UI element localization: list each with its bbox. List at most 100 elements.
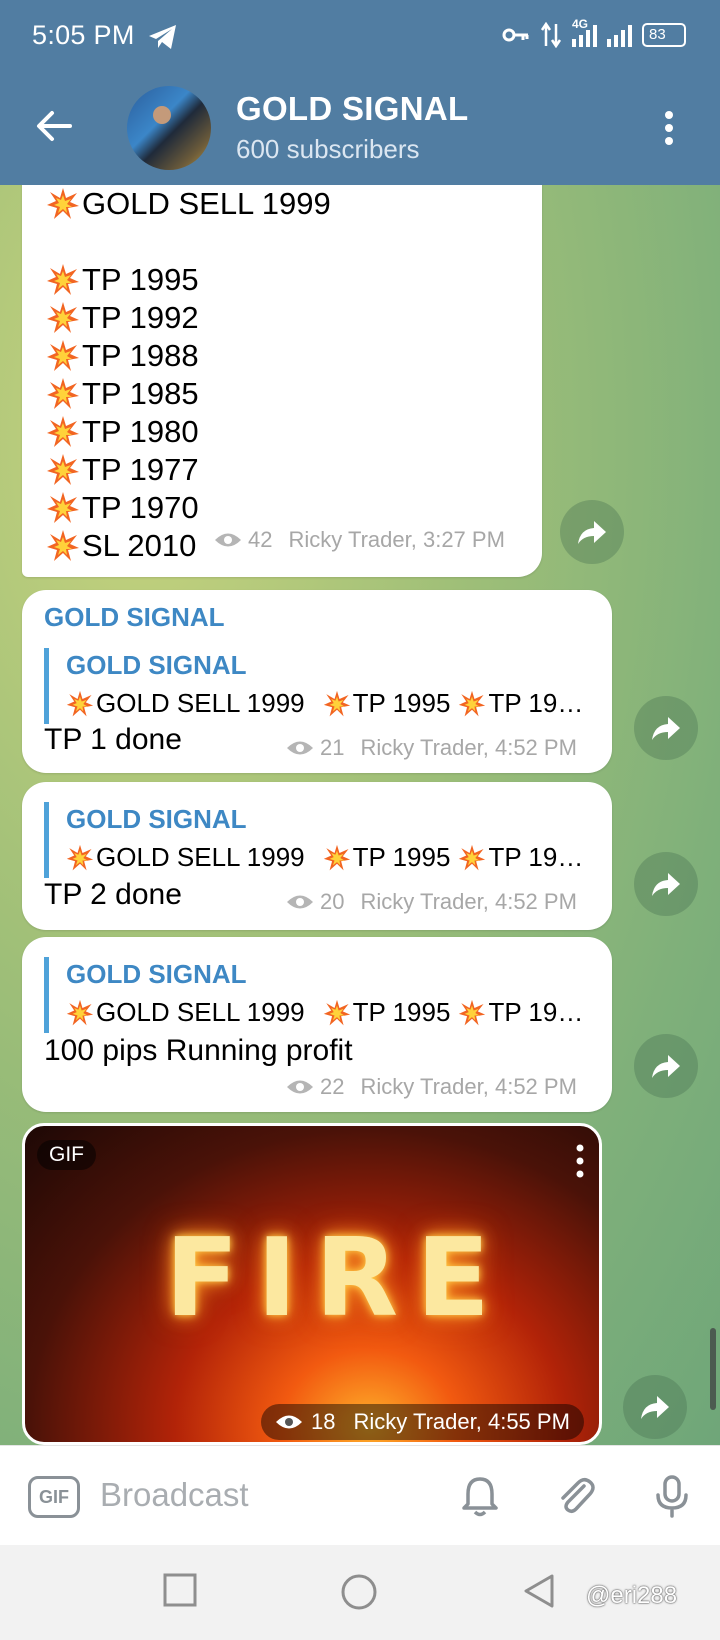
view-count: 22 xyxy=(320,1074,345,1099)
collision-icon xyxy=(47,340,79,371)
author-time: Ricky Trader, 4:52 PM xyxy=(360,735,577,760)
views-eye-icon xyxy=(287,741,313,755)
collision-icon xyxy=(47,416,79,447)
signal-line: GOLD SELL 1999 xyxy=(46,185,331,223)
author-time: Ricky Trader, 3:27 PM xyxy=(288,527,505,552)
signal-line: TP 1995 xyxy=(46,261,331,299)
collision-icon xyxy=(47,378,79,409)
reply-text: GOLD SELL 1999 TP 1995 TP 19… xyxy=(66,997,583,1028)
system-nav-bar: @eri288 xyxy=(0,1545,720,1640)
signal-line: TP 1988 xyxy=(46,337,331,375)
reply-part: TP 1995 xyxy=(352,842,451,872)
reply-part: TP 19… xyxy=(488,842,584,872)
reply-part: TP 1995 xyxy=(352,997,451,1027)
signal-line-text: TP 1992 xyxy=(82,300,199,335)
back-arrow-icon[interactable] xyxy=(34,106,74,146)
bell-icon[interactable] xyxy=(458,1474,502,1518)
author-time: Ricky Trader, 4:52 PM xyxy=(360,889,577,914)
message-text: 100 pips Running profit xyxy=(44,1034,353,1067)
forward-button[interactable] xyxy=(634,1034,698,1098)
message-meta: 22 Ricky Trader, 4:52 PM xyxy=(286,1074,577,1100)
author-time: Ricky Trader, 4:52 PM xyxy=(360,1074,577,1099)
more-menu-icon[interactable] xyxy=(662,110,676,146)
gif-menu-icon[interactable] xyxy=(575,1144,585,1178)
gif-message[interactable]: GIF FIRE 18 Ricky Trader, 4:55 PM xyxy=(22,1123,602,1445)
forward-button[interactable] xyxy=(623,1375,687,1439)
watermark: @eri288 xyxy=(586,1582,678,1609)
reply-quote[interactable]: GOLD SIGNAL GOLD SELL 1999 TP 1995 TP 19… xyxy=(44,957,584,1033)
gif-badge: GIF xyxy=(37,1140,96,1170)
microphone-icon[interactable] xyxy=(650,1474,694,1518)
recents-square-icon[interactable] xyxy=(163,1573,197,1607)
collision-icon xyxy=(323,690,350,716)
signal-line-text: TP 1977 xyxy=(82,452,199,487)
views-eye-icon xyxy=(276,1415,302,1429)
reply-part: GOLD SELL 1999 xyxy=(96,688,305,718)
message-bubble[interactable]: GOLD SIGNAL GOLD SIGNAL GOLD SELL 1999 T… xyxy=(22,590,612,773)
view-count: 18 xyxy=(311,1409,336,1434)
subscriber-count: 600 subscribers xyxy=(236,134,420,164)
forward-button[interactable] xyxy=(634,696,698,760)
message-meta: 42 Ricky Trader, 3:27 PM xyxy=(214,527,505,553)
collision-icon xyxy=(47,530,79,561)
collision-icon xyxy=(459,844,486,870)
channel-title[interactable]: GOLD SIGNAL xyxy=(236,90,468,128)
collision-icon xyxy=(47,454,79,485)
signal-line-text: TP 1980 xyxy=(82,414,199,449)
collision-icon xyxy=(323,844,350,870)
collision-icon xyxy=(66,690,94,716)
views-eye-icon xyxy=(287,895,313,909)
collision-icon xyxy=(47,264,79,295)
message-bubble[interactable]: GOLD SELL 1999 TP 1995 TP 1992 TP 1988 T… xyxy=(22,185,542,577)
share-arrow-icon xyxy=(641,1396,669,1419)
forward-button[interactable] xyxy=(634,852,698,916)
signal-4g: 4G xyxy=(572,17,597,47)
reply-quote[interactable]: GOLD SIGNAL GOLD SELL 1999 TP 1995 TP 19… xyxy=(44,802,584,878)
telegram-icon xyxy=(149,25,176,49)
broadcast-bar: GIF Broadcast xyxy=(0,1445,720,1545)
reply-quote[interactable]: GOLD SIGNAL GOLD SELL 1999 TP 1995 TP 19… xyxy=(44,648,584,724)
home-circle-icon[interactable] xyxy=(340,1573,378,1611)
reply-text: GOLD SELL 1999 TP 1995 TP 19… xyxy=(66,688,583,719)
status-time: 5:05 PM xyxy=(32,20,135,50)
signal-line: TP 1992 xyxy=(46,299,331,337)
battery-icon: 83 xyxy=(642,23,686,47)
reply-title: GOLD SIGNAL xyxy=(66,804,247,834)
message-text: TP 2 done xyxy=(44,878,182,911)
back-triangle-icon[interactable] xyxy=(522,1573,556,1609)
collision-icon xyxy=(459,999,486,1025)
signal-line-text: SL 2010 xyxy=(82,528,197,563)
reply-title: GOLD SIGNAL xyxy=(66,650,247,680)
network-label: 4G xyxy=(572,17,589,31)
views-eye-icon xyxy=(287,1080,313,1094)
signal-line: TP 1970 xyxy=(46,489,331,527)
message-bubble[interactable]: GOLD SIGNAL GOLD SELL 1999 TP 1995 TP 19… xyxy=(22,782,612,930)
chat-area[interactable]: GOLD SELL 1999 TP 1995 TP 1992 TP 1988 T… xyxy=(0,185,720,1445)
key-icon xyxy=(502,28,529,42)
collision-icon xyxy=(459,690,486,716)
message-meta: 20 Ricky Trader, 4:52 PM xyxy=(286,889,577,915)
channel-avatar[interactable] xyxy=(127,86,211,170)
sender-name[interactable]: GOLD SIGNAL xyxy=(44,602,225,633)
signal-line: TP 1985 xyxy=(46,375,331,413)
status-bar: 5:05 PM 4G 83 xyxy=(0,0,720,72)
gif-button[interactable]: GIF xyxy=(28,1476,80,1518)
gif-fire-text: FIRE xyxy=(165,1216,508,1341)
reply-part: TP 19… xyxy=(488,997,584,1027)
collision-icon xyxy=(47,188,79,219)
signal-line-text: TP 1985 xyxy=(82,376,199,411)
reply-part: TP 19… xyxy=(488,688,584,718)
attach-icon[interactable] xyxy=(554,1474,598,1518)
signal-line: TP 1977 xyxy=(46,451,331,489)
app-header: 5:05 PM 4G 83 GOLD SIGNAL 600 subscriber… xyxy=(0,0,720,185)
scrollbar[interactable] xyxy=(710,1328,716,1410)
reply-part: GOLD SELL 1999 xyxy=(96,842,305,872)
broadcast-input[interactable]: Broadcast xyxy=(100,1476,249,1514)
collision-icon xyxy=(66,999,94,1025)
message-bubble[interactable]: GOLD SIGNAL GOLD SELL 1999 TP 1995 TP 19… xyxy=(22,937,612,1112)
collision-icon xyxy=(47,302,79,333)
reply-part: GOLD SELL 1999 xyxy=(96,997,305,1027)
forward-button[interactable] xyxy=(560,500,624,564)
reply-part: TP 1995 xyxy=(352,688,451,718)
